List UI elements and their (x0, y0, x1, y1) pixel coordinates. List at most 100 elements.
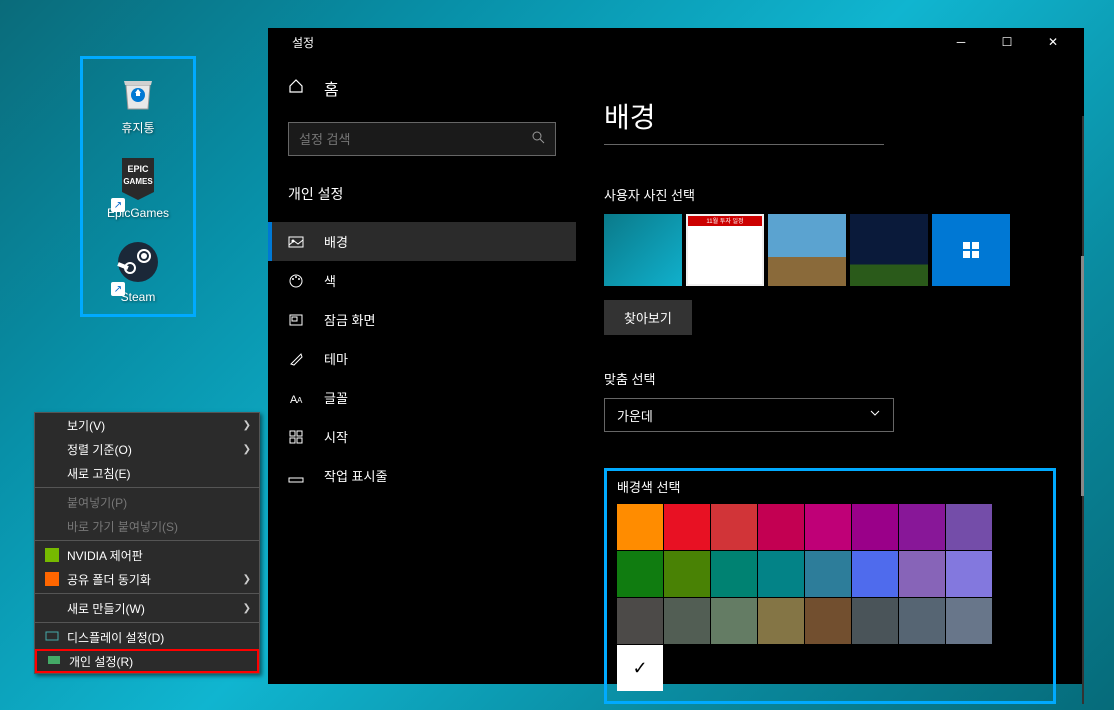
context-menu-item[interactable]: 새로 고침(E) (35, 461, 259, 485)
theme-icon (288, 351, 308, 367)
color-swatch[interactable] (946, 551, 992, 597)
page-title: 배경 (604, 96, 1056, 136)
maximize-button[interactable]: ☐ (984, 28, 1030, 56)
home-button[interactable]: 홈 (268, 68, 576, 114)
blank-icon (43, 466, 61, 480)
color-swatch[interactable] (899, 551, 945, 597)
recycle-bin-icon[interactable]: 휴지통 (83, 59, 193, 146)
svg-text:EPIC: EPIC (127, 164, 149, 174)
context-menu-item[interactable]: 개인 설정(R) (35, 649, 259, 673)
color-section-label: 배경색 선택 (617, 477, 1043, 496)
fit-dropdown[interactable]: 가운데 (604, 398, 894, 432)
close-button[interactable]: ✕ (1030, 28, 1076, 56)
minimize-button[interactable]: ─ (938, 28, 984, 56)
nav-item-image[interactable]: 배경 (268, 222, 576, 261)
nav-item-font[interactable]: AA 글꼴 (268, 378, 576, 417)
color-swatch[interactable] (805, 551, 851, 597)
font-icon: AA (288, 390, 308, 406)
context-menu-item-label: 공유 폴더 동기화 (67, 571, 151, 588)
nav-item-palette[interactable]: 색 (268, 261, 576, 300)
color-swatch[interactable] (664, 504, 710, 550)
photo-thumbnail[interactable]: 11월 투자 일정 (686, 214, 764, 286)
context-menu-item[interactable]: 새로 만들기(W)❯ (35, 596, 259, 620)
submenu-arrow-icon: ❯ (243, 574, 251, 585)
search-icon (531, 130, 545, 149)
photo-thumbnail[interactable] (768, 214, 846, 286)
context-menu-separator (35, 540, 259, 541)
nvidia-icon (43, 548, 61, 562)
nav-item-lock[interactable]: 잠금 화면 (268, 300, 576, 339)
context-menu-item[interactable]: 공유 폴더 동기화 ❯ (35, 567, 259, 591)
color-swatch[interactable] (711, 598, 757, 644)
color-swatch[interactable]: ✓ (617, 645, 663, 691)
settings-window: 설정 ─ ☐ ✕ 홈 개인 설정 배경색잠금 화면테마AA글꼴시작작업 표시줄 … (268, 28, 1084, 684)
nav-item-taskbar[interactable]: 작업 표시줄 (268, 456, 576, 495)
home-icon (288, 78, 308, 99)
context-menu-item-label: 새로 만들기(W) (67, 600, 145, 617)
color-swatch[interactable] (946, 598, 992, 644)
photo-thumbnail[interactable] (604, 214, 682, 286)
check-icon: ✓ (632, 658, 647, 679)
submenu-arrow-icon: ❯ (243, 420, 251, 431)
color-swatch[interactable] (805, 598, 851, 644)
nav-item-label: 시작 (324, 427, 348, 446)
context-menu-item-label: 붙여넣기(P) (67, 494, 127, 511)
svg-text:GAMES: GAMES (123, 177, 153, 186)
color-grid: ✓ (617, 504, 1043, 691)
context-menu-item[interactable]: 디스플레이 설정(D) (35, 625, 259, 649)
color-swatch[interactable] (711, 504, 757, 550)
color-swatch[interactable] (664, 551, 710, 597)
color-swatch[interactable] (899, 598, 945, 644)
nav-item-label: 색 (324, 271, 336, 290)
context-menu-item-label: 보기(V) (67, 417, 105, 434)
photo-thumbnail[interactable] (850, 214, 928, 286)
context-menu-item[interactable]: 정렬 기준(O)❯ (35, 437, 259, 461)
home-label: 홈 (324, 76, 339, 100)
color-swatch[interactable] (758, 598, 804, 644)
color-swatch[interactable] (852, 598, 898, 644)
epic-games-icon[interactable]: EPICGAMES ↗ EpicGames (83, 146, 193, 230)
color-swatch[interactable] (711, 551, 757, 597)
search-input[interactable] (299, 132, 531, 147)
nav-item-label: 테마 (324, 349, 348, 368)
color-swatch[interactable] (805, 504, 851, 550)
photo-section-label: 사용자 사진 선택 (604, 185, 1056, 204)
sync-icon (43, 572, 61, 586)
desktop-context-menu: 보기(V) ❯ 정렬 기준(O)❯새로 고침(E) 붙여넣기(P) 바로 가기 붙여넣기… (34, 412, 260, 674)
blank-icon (43, 442, 61, 456)
steam-icon[interactable]: ↗ Steam (83, 230, 193, 314)
context-menu-separator (35, 622, 259, 623)
display-icon (43, 630, 61, 644)
nav-item-start[interactable]: 시작 (268, 417, 576, 456)
scrollbar-thumb[interactable] (1081, 256, 1084, 496)
context-menu-item[interactable]: 보기(V) ❯ (35, 413, 259, 437)
blank-icon (43, 519, 61, 533)
color-swatch[interactable] (946, 504, 992, 550)
color-swatch[interactable] (617, 551, 663, 597)
start-icon (288, 429, 308, 445)
context-menu-item[interactable]: NVIDIA 제어판 (35, 543, 259, 567)
title-underline (604, 144, 884, 145)
fit-dropdown-value: 가운데 (617, 406, 869, 425)
photo-thumbnail[interactable] (932, 214, 1010, 286)
nav-item-label: 배경 (324, 232, 348, 251)
color-swatch[interactable] (617, 598, 663, 644)
context-menu-item: 바로 가기 붙여넣기(S) (35, 514, 259, 538)
shortcut-arrow-icon: ↗ (111, 282, 125, 296)
nav-item-label: 글꼴 (324, 388, 348, 407)
browse-button[interactable]: 찾아보기 (604, 300, 692, 335)
blank-icon (43, 418, 61, 432)
color-swatch[interactable] (617, 504, 663, 550)
search-box[interactable] (288, 122, 556, 156)
color-swatch[interactable] (899, 504, 945, 550)
palette-icon (288, 273, 308, 289)
color-swatch[interactable] (758, 551, 804, 597)
color-swatch[interactable] (664, 598, 710, 644)
color-swatch[interactable] (758, 504, 804, 550)
color-swatch[interactable] (852, 551, 898, 597)
context-menu-item-label: 디스플레이 설정(D) (67, 629, 164, 646)
color-swatch[interactable] (852, 504, 898, 550)
desktop-icons-selection: 휴지통 EPICGAMES ↗ EpicGames ↗ Steam (80, 56, 196, 317)
nav-item-theme[interactable]: 테마 (268, 339, 576, 378)
fit-section-label: 맞춤 선택 (604, 369, 1056, 388)
